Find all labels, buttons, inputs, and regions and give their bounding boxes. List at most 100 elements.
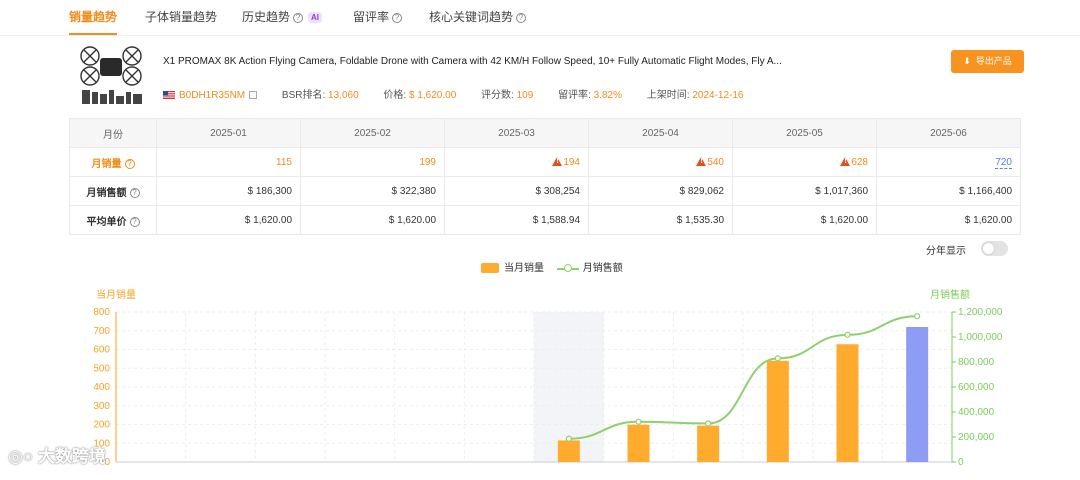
line-swatch-icon <box>556 263 579 273</box>
line-point <box>914 313 921 320</box>
download-icon: ⬇ <box>963 56 971 66</box>
tab-keyword-trend[interactable]: 核心关键词趋势? <box>429 0 527 34</box>
monthly-sales-table: 月份 2025-01 2025-02 2025-03 2025-04 2025-… <box>69 118 1021 235</box>
export-product-button[interactable]: ⬇ 导出产品 <box>951 50 1024 73</box>
units-cell: 540 <box>588 147 733 177</box>
table-row-avg-price: 平均单价? $ 1,620.00 $ 1,620.00 $ 1,588.94 $… <box>69 205 1021 235</box>
header-month: 2025-03 <box>444 118 589 148</box>
tab-label: 核心关键词趋势 <box>429 10 514 24</box>
y-left-tick-label: 400 <box>93 382 110 393</box>
help-icon[interactable]: ? <box>293 12 304 23</box>
tab-history-trend[interactable]: 历史趋势? AI <box>242 0 323 34</box>
external-link-icon[interactable] <box>249 91 258 100</box>
revenue-cell: $ 1,017,360 <box>732 176 877 206</box>
bsr-label: BSR排名: <box>281 90 326 101</box>
y-right-tick-label: 800,000 <box>958 357 995 368</box>
help-icon[interactable]: ? <box>129 187 140 198</box>
units-cell: 628 <box>732 147 877 177</box>
bar <box>766 360 789 462</box>
tab-sales-trend[interactable]: 销量趋势 <box>69 0 118 35</box>
header-month: 2025-04 <box>588 118 733 148</box>
product-meta: B0DH1R35NM BSR排名: 13,060 价格: $ 1,620.00 … <box>163 86 743 101</box>
watermark-logo-icon: ◎○ <box>8 447 34 466</box>
by-year-label: 分年显示 <box>926 246 966 257</box>
revenue-cell: $ 308,254 <box>444 176 589 206</box>
units-cell-current[interactable]: 720 <box>876 147 1021 177</box>
help-icon[interactable]: ? <box>129 216 140 227</box>
active-tab-indicator <box>69 33 118 35</box>
y-right-axis-title: 月销售额 <box>930 288 970 301</box>
avg-price-cell: $ 1,588.94 <box>444 205 589 235</box>
listed-date-value: 2024-12-16 <box>692 90 744 101</box>
bar <box>557 440 580 462</box>
help-icon[interactable]: ? <box>124 158 135 169</box>
y-right-tick-label: 0 <box>958 457 964 468</box>
bar <box>627 424 650 462</box>
by-year-toggle[interactable] <box>981 241 1008 256</box>
price-label: 价格: <box>383 90 407 101</box>
avg-price-cell: $ 1,620.00 <box>300 205 445 235</box>
sales-chart: 01002003004005006007008000200,000400,000… <box>93 288 1003 468</box>
tab-review-rate[interactable]: 留评率? <box>353 0 403 34</box>
y-left-tick-label: 700 <box>93 326 110 337</box>
line-point <box>844 331 851 338</box>
warning-icon[interactable] <box>696 156 707 166</box>
chart-legend: 当月销量 月销售额 <box>481 259 623 274</box>
revenue-cell: $ 829,062 <box>588 176 733 206</box>
revenue-cell: $ 322,380 <box>300 176 445 206</box>
units-cell: 115 <box>156 147 301 177</box>
tab-bar: 销量趋势 子体销量趋势 历史趋势? AI 留评率? 核心关键词趋势? <box>0 0 1080 36</box>
product-image[interactable] <box>76 44 146 108</box>
header-month: 2025-01 <box>156 118 301 148</box>
price-value: $ 1,620.00 <box>408 90 457 101</box>
y-left-tick-label: 800 <box>93 307 110 318</box>
asin-link[interactable]: B0DH1R35NM <box>179 90 245 101</box>
y-right-tick-label: 1,200,000 <box>958 307 1003 318</box>
tab-variant-sales-trend[interactable]: 子体销量趋势 <box>145 0 217 34</box>
table-row-monthly-revenue: 月销售额? $ 186,300 $ 322,380 $ 308,254 $ 82… <box>69 176 1021 206</box>
units-cell: 199 <box>300 147 445 177</box>
toggle-knob <box>983 243 994 254</box>
avg-price-cell: $ 1,535.30 <box>588 205 733 235</box>
help-icon[interactable]: ? <box>392 12 403 23</box>
bar-swatch-icon <box>481 263 499 274</box>
review-rate-label: 留评率: <box>558 90 591 101</box>
header-month: 2025-06 <box>876 118 1021 148</box>
listed-date-label: 上架时间: <box>646 90 690 101</box>
avg-price-cell: $ 1,620.00 <box>876 205 1021 235</box>
row-label: 月销量? <box>69 147 157 177</box>
export-label: 导出产品 <box>975 56 1012 66</box>
bar <box>836 344 859 462</box>
tab-label: 历史趋势 <box>242 10 291 24</box>
us-flag-icon <box>163 91 175 100</box>
y-left-tick-label: 500 <box>93 363 110 374</box>
warning-icon[interactable] <box>552 156 563 166</box>
product-title[interactable]: X1 PROMAX 8K Action Flying Camera, Folda… <box>163 56 782 67</box>
line-point <box>774 355 781 362</box>
help-icon[interactable]: ? <box>516 12 527 23</box>
review-rate-value: 3.82% <box>593 90 622 101</box>
tab-label: 销量趋势 <box>69 10 118 24</box>
y-right-tick-label: 600,000 <box>958 382 995 393</box>
line-point <box>565 435 572 442</box>
revenue-cell: $ 1,166,400 <box>876 176 1021 206</box>
header-month-label: 月份 <box>69 118 157 148</box>
row-label: 月销售额? <box>69 176 157 206</box>
warning-icon[interactable] <box>840 156 851 166</box>
line-point <box>705 420 712 427</box>
watermark: ◎○ 大数跨境 <box>8 447 106 466</box>
legend-item-revenue[interactable]: 月销售额 <box>547 263 623 274</box>
row-label: 平均单价? <box>69 205 157 235</box>
table-row-monthly-units: 月销量? 115 199 194 540 628 720 <box>69 147 1021 177</box>
bar <box>697 425 720 462</box>
y-right-tick-label: 200,000 <box>958 432 995 443</box>
y-left-axis-title: 当月销量 <box>96 288 136 301</box>
tab-label: 子体销量趋势 <box>145 10 218 24</box>
avg-price-cell: $ 1,620.00 <box>156 205 301 235</box>
legend-item-units[interactable]: 当月销量 <box>481 263 544 274</box>
y-right-tick-label: 400,000 <box>958 407 995 418</box>
header-month: 2025-05 <box>732 118 877 148</box>
units-cell: 194 <box>444 147 589 177</box>
bsr-value: 13,060 <box>328 90 359 101</box>
ai-badge: AI <box>308 12 323 24</box>
